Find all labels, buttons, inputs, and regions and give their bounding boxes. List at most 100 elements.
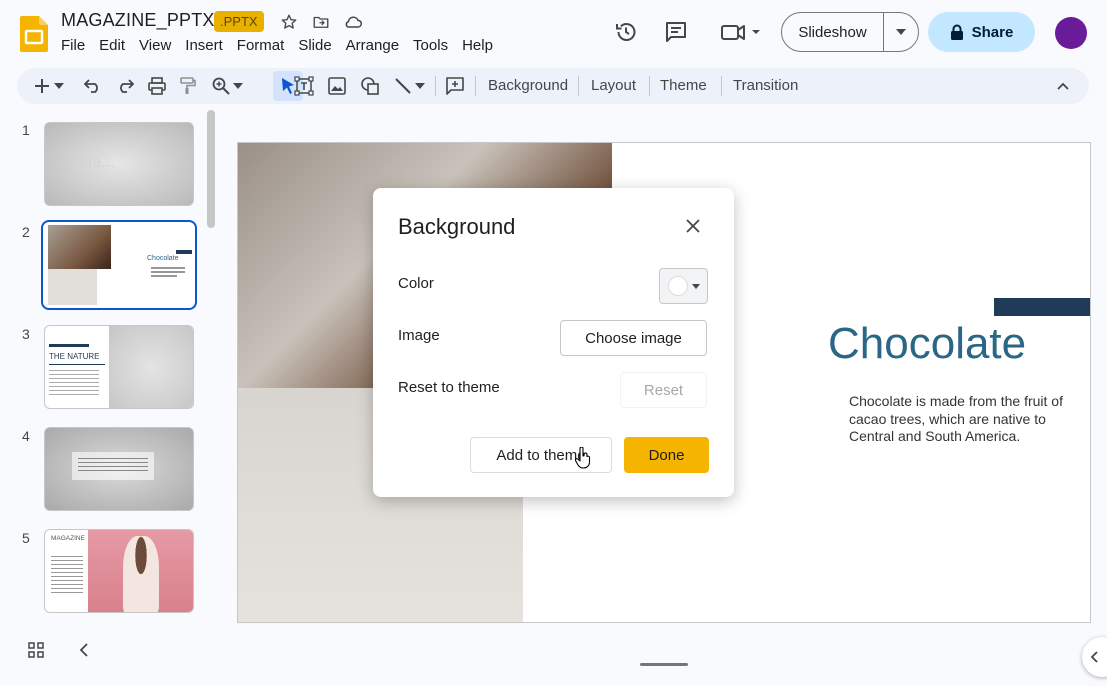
mouse-pointer-icon [575, 446, 591, 469]
thumbnail-title: Ma... [77, 151, 115, 171]
theme-button[interactable]: Theme [660, 77, 707, 94]
shape-icon[interactable] [358, 74, 382, 98]
text-box-icon[interactable] [292, 74, 316, 98]
toolbar-divider [578, 76, 579, 96]
history-icon[interactable] [612, 18, 640, 46]
slide-number: 2 [22, 224, 30, 240]
close-icon[interactable] [681, 214, 705, 238]
cloud-status-icon[interactable] [342, 11, 364, 33]
filmstrip-scrollbar[interactable] [207, 110, 215, 228]
slide-accent-bar[interactable] [994, 298, 1090, 316]
slide-number: 5 [22, 530, 30, 546]
speaker-notes-handle[interactable] [640, 663, 688, 666]
thumbnail-image [48, 269, 97, 305]
thumbnail-text-block [49, 370, 99, 398]
slideshow-options-button[interactable] [884, 13, 918, 51]
menu-bar: File Edit View Insert Format Slide Arran… [61, 37, 507, 55]
menu-help[interactable]: Help [462, 37, 493, 55]
slide-number: 3 [22, 326, 30, 342]
reset-to-theme-label: Reset to theme [398, 379, 500, 396]
redo-icon[interactable] [113, 74, 137, 98]
menu-file[interactable]: File [61, 37, 85, 55]
side-panel-toggle[interactable] [1082, 637, 1107, 677]
thumbnail-divider [49, 364, 105, 365]
menu-tools[interactable]: Tools [413, 37, 448, 55]
transition-button[interactable]: Transition [733, 77, 798, 94]
move-folder-icon[interactable] [310, 11, 332, 33]
slides-logo-icon[interactable] [20, 16, 48, 52]
menu-edit[interactable]: Edit [99, 37, 125, 55]
thumbnail-accent-bar [176, 250, 192, 254]
slide-thumbnail[interactable] [44, 427, 194, 511]
slide-thumbnail[interactable]: THE NATURE [44, 325, 194, 409]
thumbnail-title: MAGAZINE [51, 535, 85, 542]
comment-icon[interactable] [662, 18, 690, 46]
chevron-down-icon[interactable] [231, 74, 245, 98]
layout-button[interactable]: Layout [591, 77, 636, 94]
chevron-down-icon [896, 29, 906, 35]
thumbnail-text-line [151, 271, 185, 273]
thumbnail-person [123, 536, 159, 612]
file-type-badge: .PPTX [214, 11, 264, 32]
slide-title[interactable]: Chocolate [828, 319, 1026, 369]
thumbnail-image [109, 326, 193, 408]
chevron-down-icon[interactable] [413, 74, 427, 98]
color-label: Color [398, 275, 434, 292]
collapse-filmstrip-icon[interactable] [74, 640, 94, 660]
toolbar-divider [475, 76, 476, 96]
thumbnail-text-block [51, 556, 83, 596]
document-title[interactable]: MAGAZINE_PPTX [61, 10, 215, 31]
choose-image-button[interactable]: Choose image [560, 320, 707, 356]
toolbar-divider [721, 76, 722, 96]
undo-icon[interactable] [81, 74, 105, 98]
menu-slide[interactable]: Slide [298, 37, 331, 55]
slide-body-text[interactable]: Chocolate is made from the fruit of caca… [849, 393, 1064, 446]
image-icon[interactable] [325, 74, 349, 98]
collapse-toolbar-icon[interactable] [1051, 74, 1075, 98]
color-swatch [668, 276, 688, 296]
menu-arrange[interactable]: Arrange [346, 37, 399, 55]
thumbnail-title: Chocolate [147, 255, 179, 262]
slide-thumbnail[interactable]: MAGAZINE [44, 529, 194, 613]
new-slide-icon[interactable] [30, 74, 54, 98]
print-icon[interactable] [145, 74, 169, 98]
add-comment-icon[interactable] [443, 74, 467, 98]
menu-insert[interactable]: Insert [185, 37, 223, 55]
menu-format[interactable]: Format [237, 37, 285, 55]
video-call-icon[interactable] [716, 18, 764, 46]
menu-view[interactable]: View [139, 37, 171, 55]
slide-number: 1 [22, 122, 30, 138]
share-label: Share [971, 23, 1014, 41]
slideshow-button-group: Slideshow [781, 12, 919, 52]
background-button[interactable]: Background [488, 77, 568, 94]
thumbnail-text-line [151, 275, 177, 277]
dialog-title: Background [398, 214, 516, 239]
color-picker-button[interactable] [659, 268, 708, 304]
line-icon[interactable] [391, 74, 415, 98]
thumbnail-text-block [78, 458, 148, 474]
share-button[interactable]: Share [928, 12, 1035, 52]
toolbar: Background Layout Theme Transition [17, 68, 1089, 104]
thumbnail-accent-bar [49, 344, 89, 347]
slide-number: 4 [22, 428, 30, 444]
toolbar-divider [435, 76, 436, 96]
thumbnail-text-line [151, 267, 185, 269]
background-dialog: Background Color Image Choose image Rese… [373, 188, 734, 497]
thumbnail-title: THE NATURE [49, 352, 100, 361]
avatar[interactable] [1055, 17, 1087, 49]
reset-button[interactable]: Reset [620, 372, 707, 408]
slide-thumbnail-selected[interactable]: Chocolate [41, 220, 197, 310]
slide-thumbnail[interactable]: Ma... [44, 122, 194, 206]
star-icon[interactable] [278, 11, 300, 33]
chevron-down-icon[interactable] [52, 74, 66, 98]
toolbar-divider [649, 76, 650, 96]
lock-icon [950, 24, 963, 40]
chevron-left-icon [1090, 651, 1098, 663]
paint-format-icon[interactable] [176, 74, 200, 98]
done-button[interactable]: Done [624, 437, 709, 473]
slideshow-button[interactable]: Slideshow [782, 13, 884, 51]
zoom-icon[interactable] [209, 74, 233, 98]
thumbnail-image [48, 225, 111, 269]
image-label: Image [398, 327, 440, 344]
grid-view-icon[interactable] [26, 640, 46, 660]
